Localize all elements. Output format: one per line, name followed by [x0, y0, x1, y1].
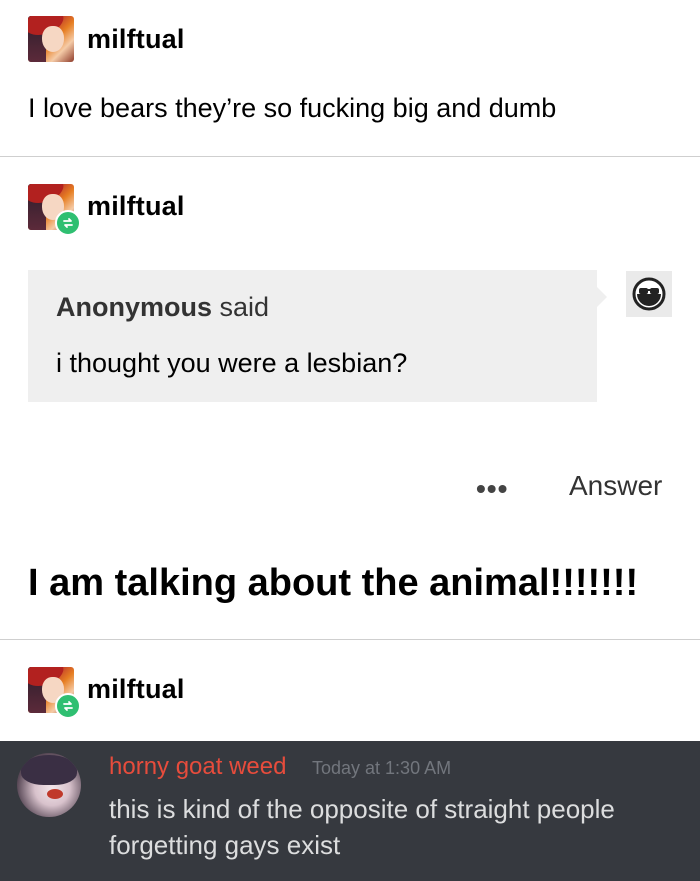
post-divider — [0, 156, 700, 157]
reblogger-avatar[interactable] — [28, 184, 81, 236]
discord-message-screenshot: horny goat weed Today at 1:30 AM this is… — [0, 741, 700, 881]
post-body-text: I love bears they’re so fucking big and … — [28, 93, 557, 123]
anonymous-sunglasses-icon — [626, 271, 672, 317]
more-options-button[interactable]: ••• — [476, 473, 508, 505]
ask-said-label: said — [219, 292, 270, 322]
reply-text: I am talking about the animal!!!!!!! — [28, 562, 639, 604]
discord-avatar — [17, 753, 81, 817]
post-divider — [0, 639, 700, 640]
ask-box: Anonymous said i thought you were a lesb… — [28, 270, 597, 402]
answer-button[interactable]: Answer — [569, 470, 662, 502]
reblog-icon — [55, 693, 81, 719]
discord-message-text: this is kind of the opposite of straight… — [109, 794, 615, 860]
reblogger-avatar[interactable] — [28, 667, 81, 719]
discord-timestamp: Today at 1:30 AM — [312, 758, 452, 778]
reblog-icon — [55, 210, 81, 236]
reblog-username[interactable]: milftual — [87, 674, 185, 705]
ask-question: i thought you were a lesbian? — [56, 348, 408, 378]
user-avatar[interactable] — [28, 16, 74, 62]
post-username[interactable]: milftual — [87, 24, 185, 55]
discord-username: horny goat weed — [109, 753, 287, 780]
reblog-username[interactable]: milftual — [87, 191, 185, 222]
ask-asker-line: Anonymous said — [56, 292, 269, 323]
ask-asker-name: Anonymous — [56, 292, 213, 322]
ask-pointer — [597, 287, 607, 307]
